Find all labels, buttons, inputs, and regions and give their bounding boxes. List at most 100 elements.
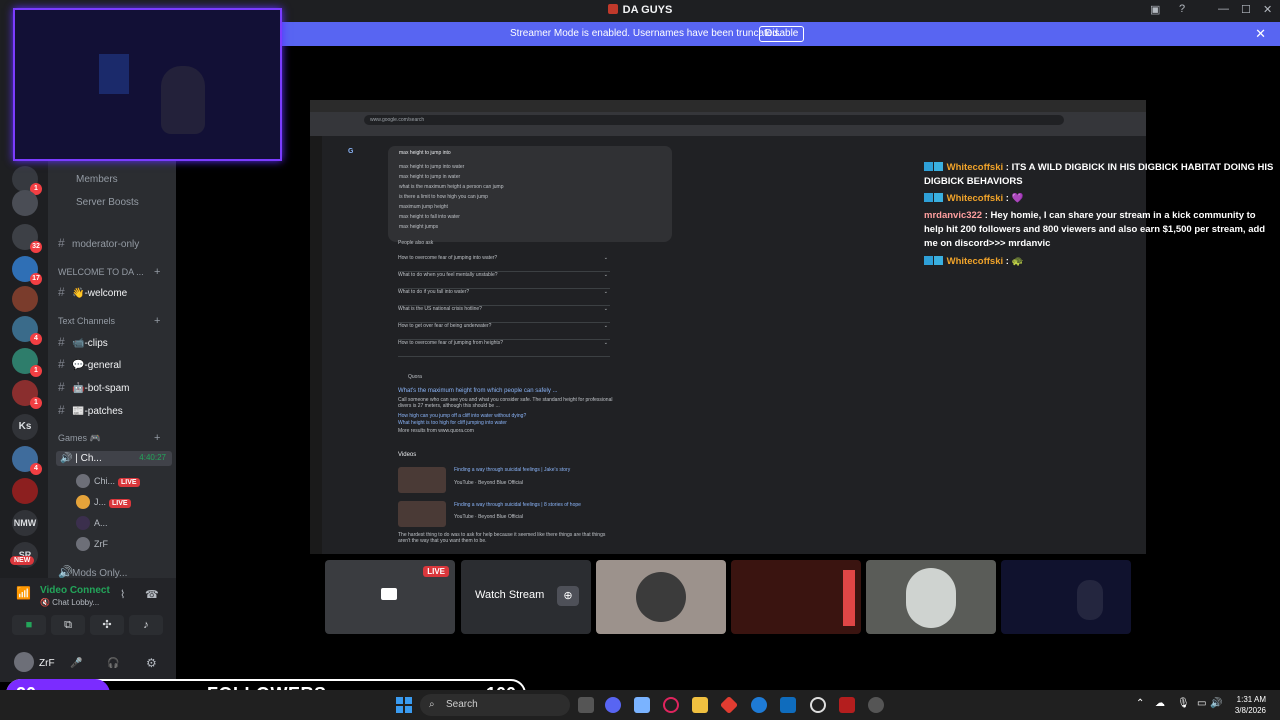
server-icon-8[interactable]: 1 [12,380,42,409]
paa-item: What to do if you fall into water? ⌄ [398,289,610,306]
discord-icon[interactable] [605,697,621,713]
video-title: Finding a way through suicidal feelings … [454,467,571,473]
maximize-button[interactable]: ☐ [1241,3,1251,16]
channel-list: Members Server Boosts # moderator-only WE… [48,160,176,650]
user-panel[interactable]: ZrF [14,652,55,672]
server-icon-7[interactable]: 1 [12,348,42,377]
video-title: Finding a way through suicidal feelings … [454,502,581,508]
chat-message: Whitecoffski : 💜 [924,192,1274,206]
screen-share-button[interactable]: ⧉ [51,615,85,635]
badge-icon [924,256,933,265]
microphone-icon[interactable]: 🎤 [70,658,82,669]
category-text-channels[interactable]: Text Channels + [58,315,160,327]
disconnect-icon[interactable]: ☎ [145,588,159,601]
obs-icon[interactable] [810,697,826,713]
microphone-tray-icon[interactable]: 🎙 [1177,698,1190,709]
webcam-person [1077,580,1103,620]
server-icon-ks[interactable]: Ks [12,414,38,440]
stream-tile[interactable] [596,560,726,634]
stream-tile[interactable] [731,560,861,634]
disable-streamer-mode-button[interactable]: Disable [759,26,805,42]
system-clock[interactable]: 1:31 AM 3/8/2026 [1222,694,1266,716]
badge-icon [934,256,943,265]
server-icon-nmw[interactable]: NMW [12,510,38,536]
noise-suppression-icon[interactable]: ⌇ [120,588,125,601]
voice-user[interactable]: ZrF [76,537,108,551]
members-link[interactable]: Members [76,174,118,185]
server-icon-2[interactable] [12,190,38,216]
start-button[interactable] [396,697,412,713]
voice-channel-mods-only[interactable]: 🔊Mods Only... [58,565,127,579]
close-banner-icon[interactable]: ✕ [1255,26,1266,42]
watch-stream-button[interactable]: Watch Stream [475,589,544,601]
cloud-icon[interactable]: ☁ [1155,698,1165,709]
video-meta: YouTube · Beyond Blue Official [454,480,524,486]
channel-patches[interactable]: # 📰-patches [58,403,123,417]
paa-heading: People also ask [398,240,434,246]
channel-general[interactable]: # 💬-general [58,357,121,371]
server-icon-6[interactable]: 4 [12,316,42,345]
outlook-icon[interactable] [780,697,796,713]
server-icon-10[interactable]: 4 [12,446,42,475]
new-badge: NEW [10,556,35,565]
stream-tile[interactable]: LIVE [325,560,455,634]
taskbar-search[interactable]: ⌕ Search [420,694,570,716]
channel-clips[interactable]: # 📹-clips [58,335,108,349]
search-suggestions: max height to jump into water max height… [388,160,672,242]
category-welcome[interactable]: WELCOME TO DA ... + [58,266,160,278]
camera-button[interactable]: ■ [12,615,46,635]
server-icon-3[interactable]: 32 [12,224,42,253]
chrome-icon[interactable] [868,697,884,713]
badge-icon [934,162,943,171]
soundboard-button[interactable]: ♪ [129,615,163,635]
close-window-button[interactable]: ✕ [1263,3,1272,16]
server-icon [607,4,618,14]
voice-user[interactable]: J... LIVE [76,495,131,509]
paa-item: How to overcome fear of jumping from hei… [398,340,610,357]
gear-icon[interactable]: ⚙ [146,656,157,670]
help-app-icon[interactable] [751,697,767,713]
suggestion-item: max height jumps [399,224,439,230]
stream-tile[interactable] [1001,560,1131,634]
server-boosts-link[interactable]: Server Boosts [76,197,139,208]
chevron-up-icon[interactable]: ⌃ [1136,698,1144,709]
stream-tile[interactable] [866,560,996,634]
channel-welcome[interactable]: # 👋-welcome [58,285,127,299]
suggestion-item: what is the maximum height a person can … [399,184,504,190]
network-icon[interactable]: ▭ [1197,698,1206,709]
popout-icon[interactable]: ⊕ [557,586,579,606]
file-explorer-icon[interactable] [692,697,708,713]
server-icon-4[interactable]: 17 [12,256,42,285]
avatar [76,537,90,551]
channel-bot-spam[interactable]: # 🤖-bot-spam [58,380,129,394]
server-icon-11[interactable] [12,478,38,504]
server-icon-5[interactable] [12,286,38,312]
voice-channel-name[interactable]: 🔇 Chat Lobby... [40,598,99,607]
server-icon-1[interactable]: 1 [12,166,42,195]
channel-moderator-only[interactable]: # moderator-only [58,236,139,250]
voice-user[interactable]: Chi... LIVE [76,474,140,488]
paa-item: What is the US national crisis hotline? ⌄ [398,306,610,323]
activities-button[interactable]: ✣ [90,615,124,635]
category-games[interactable]: Games 🎮 + [58,432,160,444]
chat-message: mrdanvic322 : Hey homie, I can share you… [924,210,1266,249]
inbox-icon[interactable]: ▣ [1150,3,1160,16]
chat-message: Whitecoffski : ITS A WILD DIGBICK IN HIS… [924,162,1274,187]
app-icon[interactable] [719,695,739,715]
copilot-icon[interactable] [634,697,650,713]
url-field: www.google.com/search [364,115,1064,125]
google-search-input: max height to jump into [388,146,672,160]
headset-icon[interactable]: 🎧 [107,658,119,669]
webcam-background [99,54,129,94]
minimize-button[interactable]: — [1218,3,1229,15]
voice-user[interactable]: A... [76,516,108,530]
help-icon[interactable]: ? [1179,3,1185,15]
voice-channel-active[interactable]: 🔊 | Ch... 4:40:27 [56,451,172,466]
video-meta: YouTube · Beyond Blue Official [454,514,524,520]
app-icon[interactable] [839,697,855,713]
opera-icon[interactable] [663,697,679,713]
task-view-icon[interactable] [578,697,594,713]
volume-icon[interactable]: 🔊 [1210,698,1222,709]
browser-address-bar: www.google.com/search [310,112,1146,136]
stream-tile-watch[interactable]: Watch Stream ⊕ [461,560,591,634]
